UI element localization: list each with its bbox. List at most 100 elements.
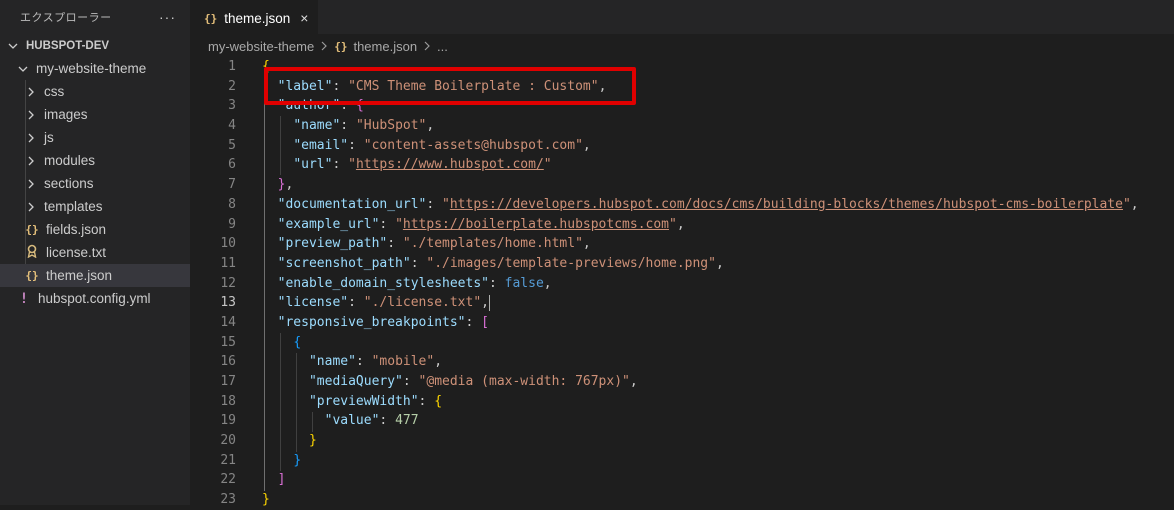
code-line: 12 "enable_domain_stylesheets": false, bbox=[190, 274, 1174, 294]
yaml-file-icon: ! bbox=[19, 290, 29, 307]
line-number: 6 bbox=[228, 157, 236, 173]
json-key: "email" bbox=[293, 137, 349, 153]
tree-item-label: license.txt bbox=[46, 245, 107, 260]
folder-label: my-website-theme bbox=[36, 61, 147, 76]
json-string: "./images/template-previews/home.png" bbox=[426, 255, 716, 271]
line-number: 4 bbox=[228, 118, 236, 134]
json-key: "name" bbox=[293, 118, 341, 134]
code-line: 14 "responsive_breakpoints": [ bbox=[190, 313, 1174, 333]
line-number: 15 bbox=[220, 334, 236, 350]
tab-label: theme.json bbox=[224, 10, 291, 26]
json-key: "url" bbox=[293, 157, 333, 173]
line-number: 9 bbox=[228, 216, 236, 232]
json-string: "HubSpot" bbox=[355, 118, 427, 134]
line-number: 14 bbox=[220, 314, 236, 330]
highlight-annotation-box bbox=[264, 67, 636, 105]
chevron-right-icon bbox=[423, 39, 431, 54]
url-link[interactable]: https://developers.hubspot.com/docs/cms/… bbox=[450, 197, 1123, 212]
breadcrumb-file[interactable]: theme.json bbox=[353, 39, 417, 54]
tree-item-label: theme.json bbox=[46, 268, 113, 283]
tree-item-fields-json[interactable]: {} fields.json bbox=[0, 218, 190, 241]
line-number: 12 bbox=[220, 275, 236, 291]
tree-item-hubspot-config[interactable]: ! hubspot.config.yml bbox=[0, 287, 190, 310]
workspace-root[interactable]: HUBSPOT-DEV bbox=[0, 34, 190, 57]
text-cursor bbox=[489, 294, 490, 311]
line-number: 13 bbox=[220, 295, 236, 311]
json-string: "./license.txt" bbox=[363, 295, 482, 311]
json-key: "enable_domain_stylesheets" bbox=[277, 275, 489, 291]
json-file-icon: {} bbox=[204, 11, 218, 25]
tree-item-modules[interactable]: modules bbox=[0, 149, 190, 172]
tree-item-label: css bbox=[44, 84, 65, 99]
code-line: 21 } bbox=[190, 451, 1174, 471]
tree-item-sections[interactable]: sections bbox=[0, 172, 190, 195]
line-number: 20 bbox=[220, 433, 236, 449]
json-file-icon: {} bbox=[25, 269, 39, 282]
folder-my-website-theme[interactable]: my-website-theme bbox=[0, 57, 190, 80]
json-file-icon: {} bbox=[334, 39, 348, 53]
chevron-right-icon bbox=[24, 131, 38, 145]
code-line: 5 "email": "content-assets@hubspot.com", bbox=[190, 136, 1174, 156]
json-string: "./templates/home.html" bbox=[402, 236, 583, 252]
line-number: 3 bbox=[228, 98, 236, 114]
json-key: "mediaQuery" bbox=[308, 374, 403, 389]
chevron-right-icon bbox=[320, 39, 328, 54]
json-boolean: false bbox=[504, 275, 544, 291]
line-number: 22 bbox=[220, 472, 236, 488]
code-editor[interactable]: 1{ 2 "label": "CMS Theme Boilerplate : C… bbox=[190, 57, 1174, 507]
json-key: "screenshot_path" bbox=[277, 255, 411, 271]
explorer-header: エクスプローラー ··· bbox=[0, 0, 190, 34]
json-key: "preview_path" bbox=[277, 236, 388, 252]
tree-item-css[interactable]: css bbox=[0, 80, 190, 103]
json-key: "documentation_url" bbox=[277, 196, 427, 212]
tree-item-js[interactable]: js bbox=[0, 126, 190, 149]
json-key: "example_url" bbox=[277, 216, 380, 232]
tree-item-license-txt[interactable]: license.txt bbox=[0, 241, 190, 264]
tree-item-images[interactable]: images bbox=[0, 103, 190, 126]
code-line: 19 "value": 477 bbox=[190, 411, 1174, 431]
code-line: 7 }, bbox=[190, 175, 1174, 195]
code-line: 16 "name": "mobile", bbox=[190, 352, 1174, 372]
tree-item-theme-json[interactable]: {} theme.json bbox=[0, 264, 190, 287]
code-line: 20 } bbox=[190, 431, 1174, 451]
json-key: "license" bbox=[277, 295, 349, 311]
json-key: "responsive_breakpoints" bbox=[277, 314, 466, 330]
line-number: 23 bbox=[220, 492, 236, 508]
chevron-right-icon bbox=[24, 85, 38, 99]
chevron-right-icon bbox=[24, 154, 38, 168]
json-number: 477 bbox=[395, 413, 419, 429]
url-link[interactable]: https://boilerplate.hubspotcms.com bbox=[403, 217, 669, 232]
url-link[interactable]: https://www.hubspot.com/ bbox=[356, 157, 544, 172]
line-number: 18 bbox=[220, 393, 236, 409]
line-number: 16 bbox=[220, 354, 236, 370]
line-number: 21 bbox=[220, 452, 236, 468]
code-line: 4 "name": "HubSpot", bbox=[190, 116, 1174, 136]
code-line: 23} bbox=[190, 490, 1174, 510]
close-icon[interactable]: × bbox=[300, 10, 308, 26]
more-actions-icon[interactable]: ··· bbox=[159, 9, 176, 25]
breadcrumb-folder[interactable]: my-website-theme bbox=[208, 39, 314, 54]
chevron-right-icon bbox=[24, 200, 38, 214]
json-string: "mobile" bbox=[371, 354, 435, 370]
code-line: 22 ] bbox=[190, 470, 1174, 490]
code-line: 10 "preview_path": "./templates/home.htm… bbox=[190, 234, 1174, 254]
tree-item-label: hubspot.config.yml bbox=[38, 291, 151, 306]
explorer-title: エクスプローラー bbox=[20, 12, 112, 24]
json-key: "previewWidth" bbox=[308, 393, 419, 409]
line-number: 1 bbox=[228, 59, 236, 74]
line-number: 7 bbox=[228, 177, 236, 193]
tree-item-label: js bbox=[44, 130, 54, 145]
chevron-down-icon bbox=[16, 62, 30, 76]
tree-item-label: templates bbox=[44, 199, 103, 214]
line-number: 8 bbox=[228, 196, 236, 212]
folder-children: css images js modules sections templates… bbox=[0, 80, 190, 287]
code-line: 18 "previewWidth": { bbox=[190, 392, 1174, 412]
breadcrumb-more[interactable]: ... bbox=[437, 39, 448, 54]
json-string: "@media (max-width: 767px)" bbox=[418, 374, 630, 389]
code-line: 13 "license": "./license.txt", bbox=[190, 293, 1174, 313]
tree-item-label: modules bbox=[44, 153, 96, 168]
tree-item-templates[interactable]: templates bbox=[0, 195, 190, 218]
license-file-icon bbox=[24, 244, 40, 261]
tab-theme-json[interactable]: {} theme.json × bbox=[190, 0, 319, 35]
code-line: 6 "url": "https://www.hubspot.com/" bbox=[190, 155, 1174, 175]
